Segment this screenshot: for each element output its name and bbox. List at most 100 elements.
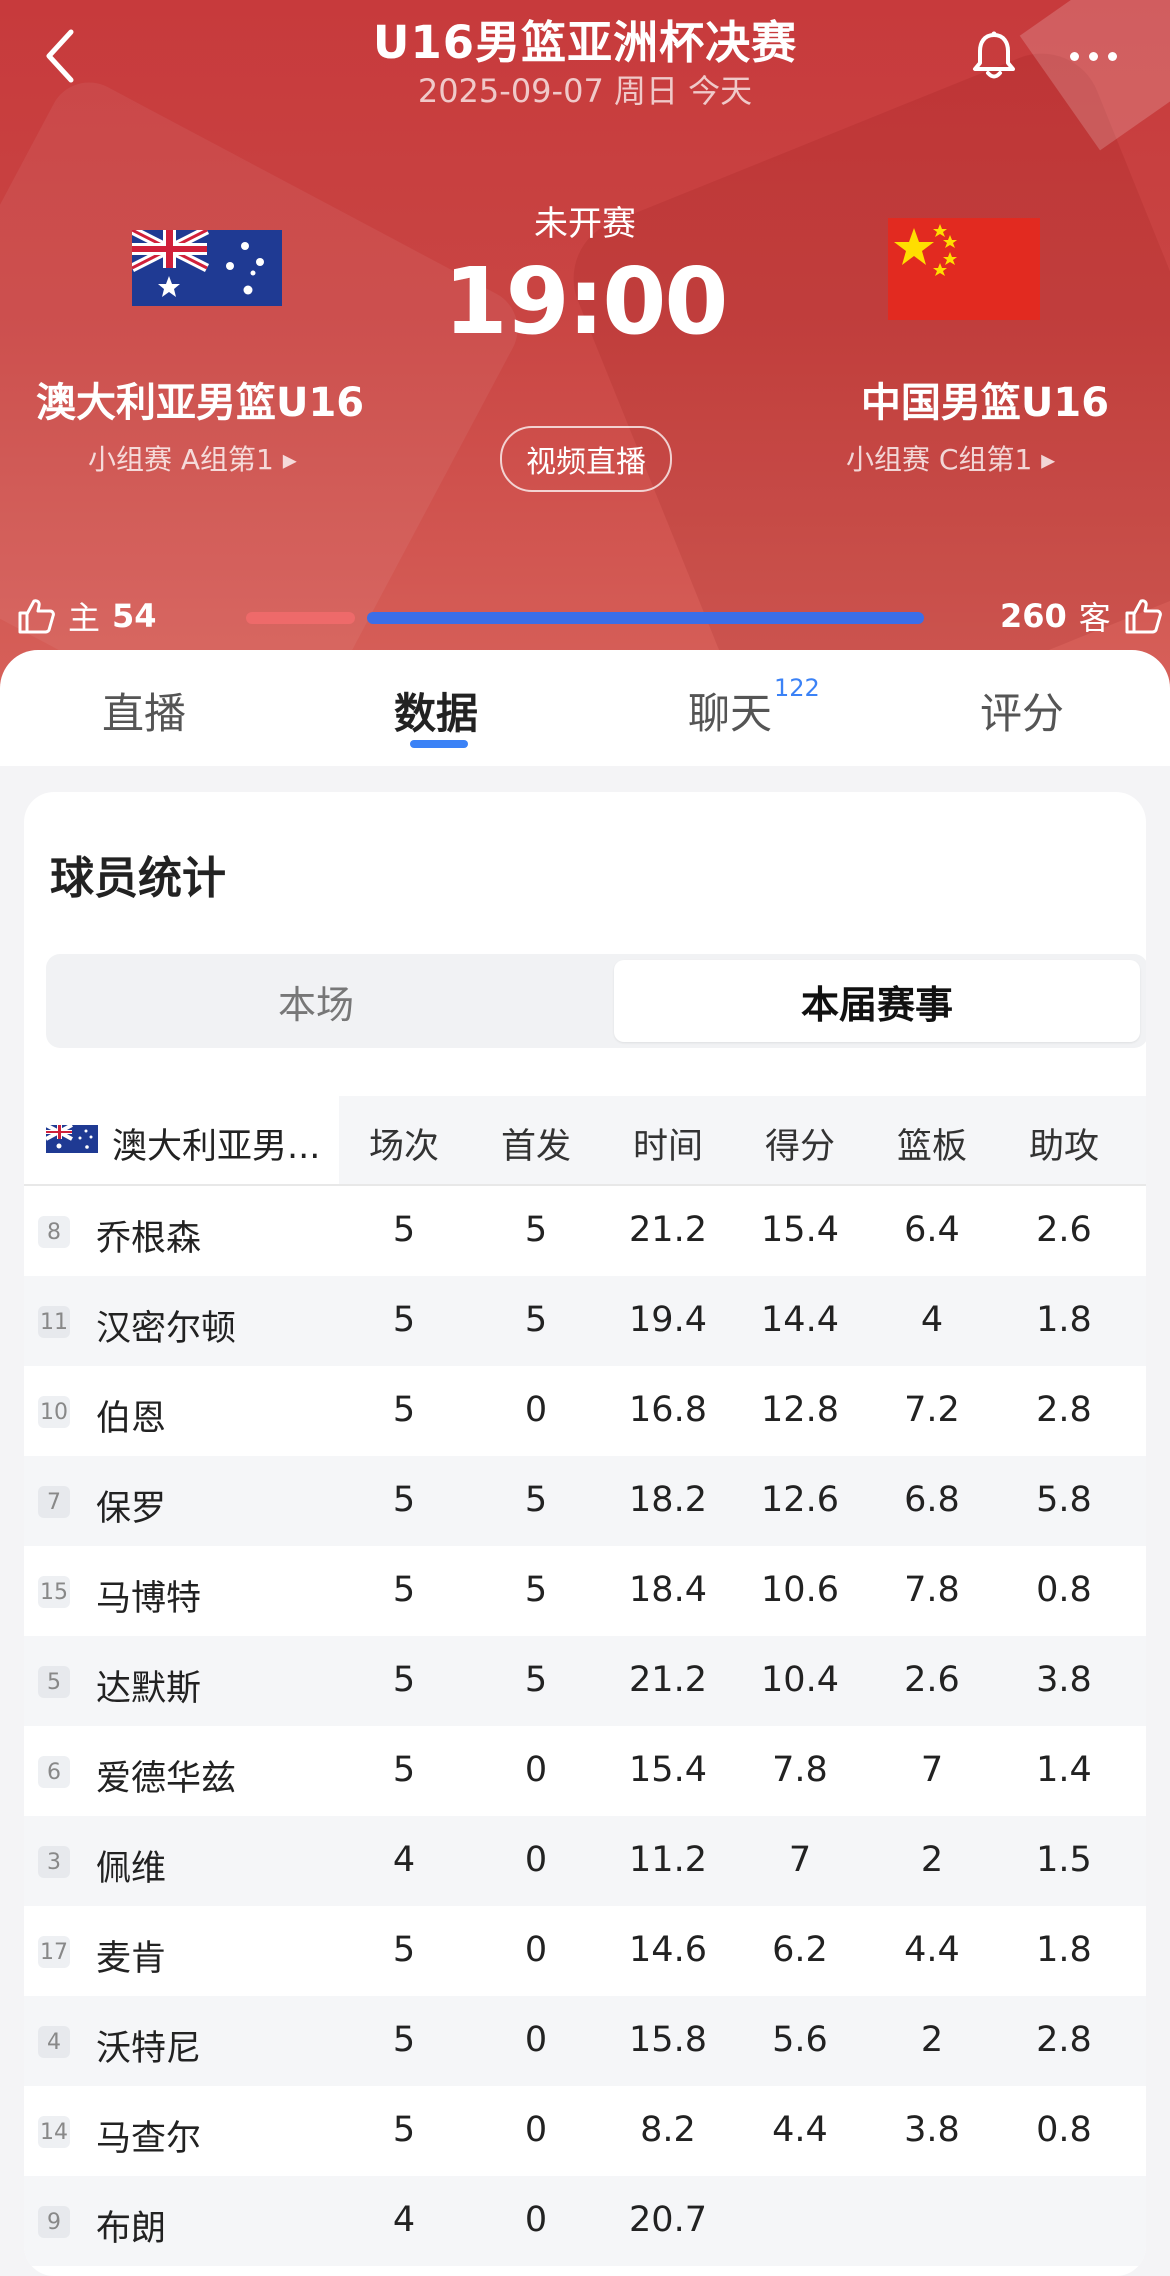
stat-cell-points: 7 — [788, 1840, 812, 1880]
away-vote-button[interactable]: 260 客 — [1000, 584, 1163, 648]
table-row[interactable]: 11 汉密尔顿 5 5 19.4 14.4 4 1.8 — [24, 1276, 1146, 1366]
stat-cell-starts: 5 — [524, 1660, 548, 1700]
stat-cell-minutes: 16.8 — [629, 1390, 707, 1430]
column-header-rebounds[interactable]: 篮板 — [882, 1118, 982, 1169]
stat-cell-minutes: 15.4 — [629, 1750, 707, 1790]
stat-cell-starts: 5 — [524, 1210, 548, 1250]
stat-cell-starts: 5 — [524, 1570, 548, 1610]
notification-button[interactable] — [966, 26, 1022, 86]
jersey-number-badge: 11 — [38, 1306, 70, 1338]
player-name[interactable]: 马查尔 — [96, 2110, 201, 2161]
player-name[interactable]: 佩维 — [96, 1840, 166, 1891]
jersey-number-badge: 7 — [38, 1486, 70, 1518]
team-selector[interactable]: 澳大利亚男... — [24, 1096, 339, 1184]
stat-cell-starts: 0 — [524, 2200, 548, 2240]
stat-cell-assists: 1.8 — [1036, 1930, 1092, 1970]
stat-cell-rebounds: 6.4 — [904, 1210, 960, 1250]
column-header-points[interactable]: 得分 — [750, 1118, 850, 1169]
away-support-fill — [367, 612, 924, 624]
player-name[interactable]: 麦肯 — [96, 1930, 166, 1981]
stat-cell-points: 15.4 — [761, 1210, 839, 1250]
tab-data[interactable]: 数据 — [394, 680, 478, 741]
stat-cell-points: 10.6 — [761, 1570, 839, 1610]
stat-cell-rebounds: 7.8 — [904, 1570, 960, 1610]
match-status: 未开赛 — [534, 204, 636, 244]
section-title: 球员统计 — [50, 853, 226, 904]
player-name[interactable]: 布朗 — [96, 2200, 166, 2251]
segment-tournament[interactable]: 本届赛事 — [614, 960, 1140, 1042]
stat-cell-assists: 5.8 — [1036, 1480, 1092, 1520]
jersey-number-badge: 4 — [38, 2026, 70, 2058]
stat-cell-starts: 5 — [524, 1300, 548, 1340]
table-row[interactable]: 17 麦肯 5 0 14.6 6.2 4.4 1.8 — [24, 1906, 1146, 1996]
jersey-number-badge: 3 — [38, 1846, 70, 1878]
table-row[interactable]: 4 沃特尼 5 0 15.8 5.6 2 2.8 — [24, 1996, 1146, 2086]
jersey-number-badge: 17 — [38, 1936, 70, 1968]
table-row[interactable]: 6 爱德华兹 5 0 15.4 7.8 7 1.4 — [24, 1726, 1146, 1816]
stat-cell-assists: 1.4 — [1036, 1750, 1092, 1790]
chat-count-badge: 122 — [774, 674, 820, 702]
stat-cell-starts: 0 — [524, 1840, 548, 1880]
home-team-group[interactable]: 小组赛 A组第1 ▸ — [88, 438, 297, 478]
table-row[interactable]: 3 佩维 4 0 11.2 7 2 1.5 — [24, 1816, 1146, 1906]
stat-cell-points: 4.4 — [772, 2110, 828, 2150]
player-name[interactable]: 汉密尔顿 — [96, 1300, 236, 1351]
stat-cell-assists: 1.8 — [1036, 1300, 1092, 1340]
jersey-number-badge: 8 — [38, 1216, 70, 1248]
away-team-group[interactable]: 小组赛 C组第1 ▸ — [846, 438, 1055, 478]
player-name[interactable]: 马博特 — [96, 1570, 201, 1621]
match-time: 19:00 — [443, 248, 729, 355]
bell-icon — [973, 31, 1015, 79]
stat-cell-rebounds: 4 — [920, 1300, 944, 1340]
column-header-minutes[interactable]: 时间 — [618, 1118, 718, 1169]
player-name[interactable]: 达默斯 — [96, 1660, 201, 1711]
jersey-number-badge: 10 — [38, 1396, 70, 1428]
more-options-button[interactable] — [1058, 30, 1128, 82]
table-row[interactable]: 7 保罗 5 5 18.2 12.6 6.8 5.8 — [24, 1456, 1146, 1546]
stat-cell-games: 5 — [392, 1390, 416, 1430]
support-bar — [246, 612, 924, 624]
player-name[interactable]: 乔根森 — [96, 1210, 201, 1261]
stat-cell-games: 5 — [392, 1930, 416, 1970]
home-team-name[interactable]: 澳大利亚男篮U16 — [36, 370, 386, 428]
stat-cell-games: 5 — [392, 1210, 416, 1250]
dot-icon — [1107, 51, 1117, 61]
away-team-name[interactable]: 中国男篮U16 — [820, 370, 1150, 428]
stat-cell-minutes: 20.7 — [629, 2200, 707, 2240]
tab-rating[interactable]: 评分 — [980, 680, 1064, 741]
jersey-number-badge: 15 — [38, 1576, 70, 1608]
stat-cell-minutes: 8.2 — [640, 2110, 696, 2150]
table-row[interactable]: 8 乔根森 5 5 21.2 15.4 6.4 2.6 — [24, 1186, 1146, 1276]
player-name[interactable]: 保罗 — [96, 1480, 166, 1531]
column-header-assists[interactable]: 助攻 — [1014, 1118, 1114, 1169]
thumbs-up-icon — [18, 599, 55, 634]
player-name[interactable]: 爱德华兹 — [96, 1750, 236, 1801]
active-tab-indicator — [410, 740, 468, 748]
segment-this-game[interactable]: 本场 — [46, 954, 586, 1048]
australia-flag-icon — [46, 1125, 98, 1153]
column-header-starts[interactable]: 首发 — [486, 1118, 586, 1169]
table-row[interactable]: 5 达默斯 5 5 21.2 10.4 2.6 3.8 — [24, 1636, 1146, 1726]
stat-cell-points: 7.8 — [772, 1750, 828, 1790]
stat-cell-games: 5 — [392, 2110, 416, 2150]
column-header-games[interactable]: 场次 — [354, 1118, 454, 1169]
tab-chat[interactable]: 聊天 122 — [688, 674, 820, 741]
stat-cell-assists: 1.5 — [1036, 1840, 1092, 1880]
stat-cell-starts: 0 — [524, 1750, 548, 1790]
stat-cell-assists: 0.8 — [1036, 2110, 1092, 2150]
jersey-number-badge: 14 — [38, 2116, 70, 2148]
tab-chat-label: 聊天 — [688, 689, 773, 738]
table-row[interactable]: 14 马查尔 5 0 8.2 4.4 3.8 0.8 — [24, 2086, 1146, 2176]
stat-cell-assists: 2.8 — [1036, 1390, 1092, 1430]
player-name[interactable]: 伯恩 — [96, 1390, 166, 1441]
tab-live[interactable]: 直播 — [102, 680, 186, 741]
table-row[interactable]: 10 伯恩 5 0 16.8 12.8 7.2 2.8 — [24, 1366, 1146, 1456]
jersey-number-badge: 6 — [38, 1756, 70, 1788]
player-name[interactable]: 沃特尼 — [96, 2020, 201, 2071]
table-row[interactable]: 15 马博特 5 5 18.4 10.6 7.8 0.8 — [24, 1546, 1146, 1636]
home-vote-button[interactable]: 主 54 — [16, 584, 157, 648]
stat-cell-rebounds: 7 — [920, 1750, 944, 1790]
stat-cell-assists: 0.8 — [1036, 1570, 1092, 1610]
video-live-button[interactable]: 视频直播 — [500, 426, 672, 492]
table-row[interactable]: 9 布朗 4 0 20.7 — [24, 2176, 1146, 2266]
